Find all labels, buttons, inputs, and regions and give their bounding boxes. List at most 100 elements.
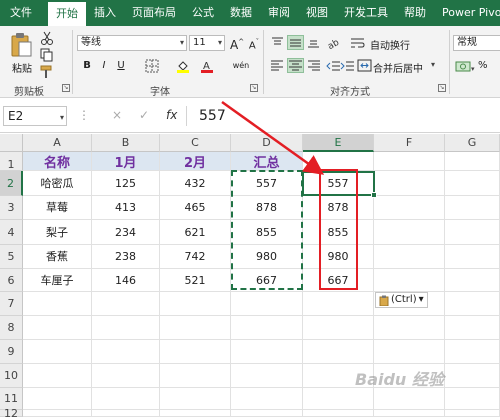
tab-power-pivot[interactable]: Power Pivot: [434, 0, 500, 26]
cell-f11[interactable]: [374, 388, 445, 410]
cell-a6[interactable]: 车厘子: [23, 269, 92, 292]
cell-a5[interactable]: 香蕉: [23, 245, 92, 269]
tab-view[interactable]: 视图: [298, 0, 336, 26]
column-header-c[interactable]: C: [160, 134, 231, 152]
cell-a1[interactable]: 名称: [23, 152, 92, 171]
accounting-format-icon[interactable]: ▾: [455, 59, 477, 73]
copy-icon[interactable]: [40, 48, 54, 62]
cell-b9[interactable]: [92, 340, 160, 364]
column-header-b[interactable]: B: [92, 134, 160, 152]
cell-e8[interactable]: [303, 316, 374, 340]
column-header-g[interactable]: G: [445, 134, 500, 152]
row-header-12[interactable]: 12: [0, 408, 23, 419]
tab-data[interactable]: 数据: [222, 0, 260, 26]
merge-center-icon[interactable]: [357, 59, 372, 72]
row-header-1[interactable]: 1: [0, 152, 23, 171]
number-format-select[interactable]: 常规: [453, 35, 500, 51]
cell-c5[interactable]: 742: [160, 245, 231, 269]
cell-g6[interactable]: [445, 269, 500, 292]
cell-g11[interactable]: [445, 388, 500, 410]
row-header-7[interactable]: 7: [0, 292, 23, 316]
cell-g4[interactable]: [445, 220, 500, 245]
select-all-button[interactable]: [0, 134, 23, 152]
clipboard-launcher-icon[interactable]: ↘: [62, 84, 70, 92]
align-right-icon[interactable]: [306, 59, 321, 72]
cell-d3[interactable]: 878: [231, 196, 303, 220]
font-color-icon[interactable]: A: [200, 59, 214, 73]
row-header-4[interactable]: 4: [0, 220, 23, 245]
cell-c3[interactable]: 465: [160, 196, 231, 220]
cell-b3[interactable]: 413: [92, 196, 160, 220]
cell-b4[interactable]: 234: [92, 220, 160, 245]
tab-page-layout[interactable]: 页面布局: [124, 0, 184, 26]
align-left-icon[interactable]: [270, 59, 285, 72]
cell-d10[interactable]: [231, 364, 303, 388]
align-bottom-icon[interactable]: [306, 36, 321, 49]
cell-b10[interactable]: [92, 364, 160, 388]
cell-a9[interactable]: [23, 340, 92, 364]
cell-a7[interactable]: [23, 292, 92, 316]
cell-b8[interactable]: [92, 316, 160, 340]
cell-f4[interactable]: [374, 220, 445, 245]
name-box[interactable]: E2 ▾: [3, 106, 67, 126]
row-header-2[interactable]: 2: [0, 171, 23, 196]
align-top-icon[interactable]: [270, 36, 285, 49]
formula-input[interactable]: 557: [186, 106, 500, 126]
cell-e2[interactable]: 557: [303, 171, 374, 196]
cell-c2[interactable]: 432: [160, 171, 231, 196]
cell-a8[interactable]: [23, 316, 92, 340]
phonetic-button[interactable]: wén: [232, 59, 250, 73]
cell-c7[interactable]: [160, 292, 231, 316]
cell-c10[interactable]: [160, 364, 231, 388]
tab-home[interactable]: 开始: [48, 2, 86, 26]
font-name-select[interactable]: 等线 ▾: [77, 35, 187, 51]
cell-g12[interactable]: [445, 410, 500, 417]
cell-e7[interactable]: [303, 292, 374, 316]
cell-c4[interactable]: 621: [160, 220, 231, 245]
cell-a3[interactable]: 草莓: [23, 196, 92, 220]
cell-b7[interactable]: [92, 292, 160, 316]
cell-g8[interactable]: [445, 316, 500, 340]
cell-e9[interactable]: [303, 340, 374, 364]
row-header-8[interactable]: 8: [0, 316, 23, 340]
bold-button[interactable]: B: [80, 59, 94, 73]
cell-b2[interactable]: 125: [92, 171, 160, 196]
cell-c1[interactable]: 2月: [160, 152, 231, 171]
column-header-e[interactable]: E: [303, 134, 374, 152]
underline-button[interactable]: U: [114, 59, 128, 73]
cell-g10[interactable]: [445, 364, 500, 388]
cell-d5[interactable]: 980: [231, 245, 303, 269]
cell-b5[interactable]: 238: [92, 245, 160, 269]
percent-button[interactable]: %: [478, 60, 488, 71]
cell-c6[interactable]: 521: [160, 269, 231, 292]
cancel-icon[interactable]: ×: [112, 108, 122, 122]
cell-d6[interactable]: 667: [231, 269, 303, 292]
merge-center-button[interactable]: 合并后居中: [373, 60, 423, 75]
paste-options-button[interactable]: (Ctrl) ▾: [375, 292, 428, 308]
cell-f1[interactable]: [374, 152, 445, 171]
row-header-10[interactable]: 10: [0, 364, 23, 388]
tab-insert[interactable]: 插入: [86, 0, 124, 26]
cell-d2[interactable]: 557: [231, 171, 303, 196]
paste-button-label[interactable]: 粘贴: [12, 60, 32, 75]
tab-review[interactable]: 审阅: [260, 0, 298, 26]
cell-g3[interactable]: [445, 196, 500, 220]
cut-icon[interactable]: [40, 31, 54, 45]
tab-help[interactable]: 帮助: [396, 0, 434, 26]
cell-e3[interactable]: 878: [303, 196, 374, 220]
shrink-font-button[interactable]: Aˇ: [247, 35, 261, 51]
fill-color-icon[interactable]: [176, 59, 190, 73]
row-header-3[interactable]: 3: [0, 196, 23, 220]
cell-c8[interactable]: [160, 316, 231, 340]
cell-a2[interactable]: 哈密瓜: [23, 171, 92, 196]
tab-developer[interactable]: 开发工具: [336, 0, 396, 26]
cell-d9[interactable]: [231, 340, 303, 364]
cell-b12[interactable]: [92, 410, 160, 417]
row-header-6[interactable]: 6: [0, 269, 23, 292]
cell-c9[interactable]: [160, 340, 231, 364]
tab-file[interactable]: 文件: [0, 0, 42, 26]
wrap-text-button[interactable]: 自动换行: [370, 37, 410, 52]
fill-handle[interactable]: [371, 192, 377, 198]
align-middle-icon[interactable]: [287, 35, 304, 50]
cell-g9[interactable]: [445, 340, 500, 364]
